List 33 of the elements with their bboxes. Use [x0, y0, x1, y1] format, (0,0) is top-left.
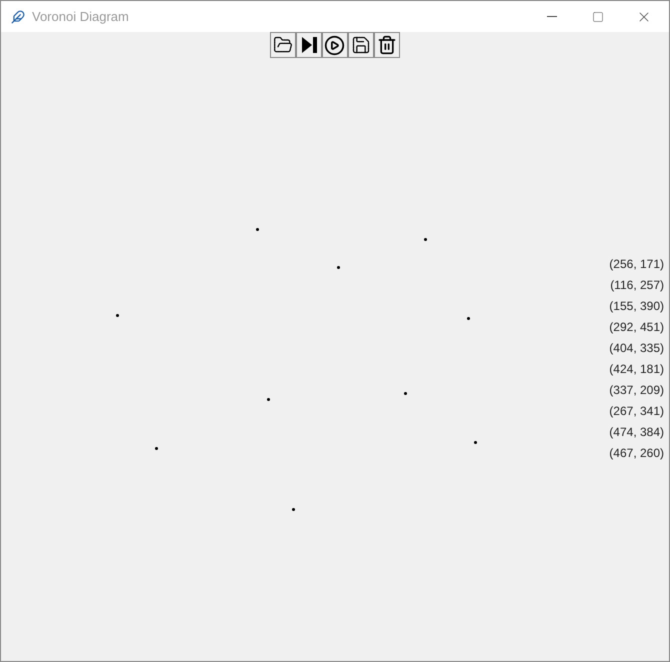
window-title: Voronoi Diagram [32, 8, 129, 26]
point-coordinates: (267, 341) [609, 403, 664, 419]
point [155, 447, 158, 450]
point [467, 317, 470, 320]
play-button[interactable] [322, 32, 348, 58]
point [292, 508, 295, 511]
point-coordinates: (424, 181) [609, 361, 664, 377]
point-coordinates: (292, 451) [609, 319, 664, 335]
play-icon [324, 34, 345, 56]
point-coordinates: (404, 335) [609, 340, 664, 356]
trash-icon [376, 35, 396, 55]
save-button[interactable] [348, 32, 374, 58]
canvas[interactable]: (256, 171) (116, 257) (155, 390) (292, 451) (404, 335) (424, 181) (337, 209) (267, 341) (474, 384) (467, 260) [1, 58, 669, 661]
clear-button[interactable] [374, 32, 400, 58]
point [256, 228, 259, 231]
point-coordinates: (467, 260) [609, 445, 664, 461]
point [404, 392, 407, 395]
point [267, 398, 270, 401]
step-button[interactable] [296, 32, 322, 58]
minimize-icon [547, 16, 557, 17]
open-button[interactable] [270, 32, 296, 58]
point [337, 266, 340, 269]
point [424, 238, 427, 241]
point [116, 314, 119, 317]
feather-icon [11, 10, 25, 24]
point-coordinates: (116, 257) [610, 277, 664, 293]
maximize-icon [592, 10, 604, 22]
point-coordinates: (474, 384) [609, 424, 664, 440]
point [474, 441, 477, 444]
point-coordinates: (337, 209) [609, 382, 664, 398]
point-coordinates: (256, 171) [609, 256, 664, 272]
folder-icon [272, 35, 292, 55]
point-coordinates: (155, 390) [609, 298, 664, 314]
